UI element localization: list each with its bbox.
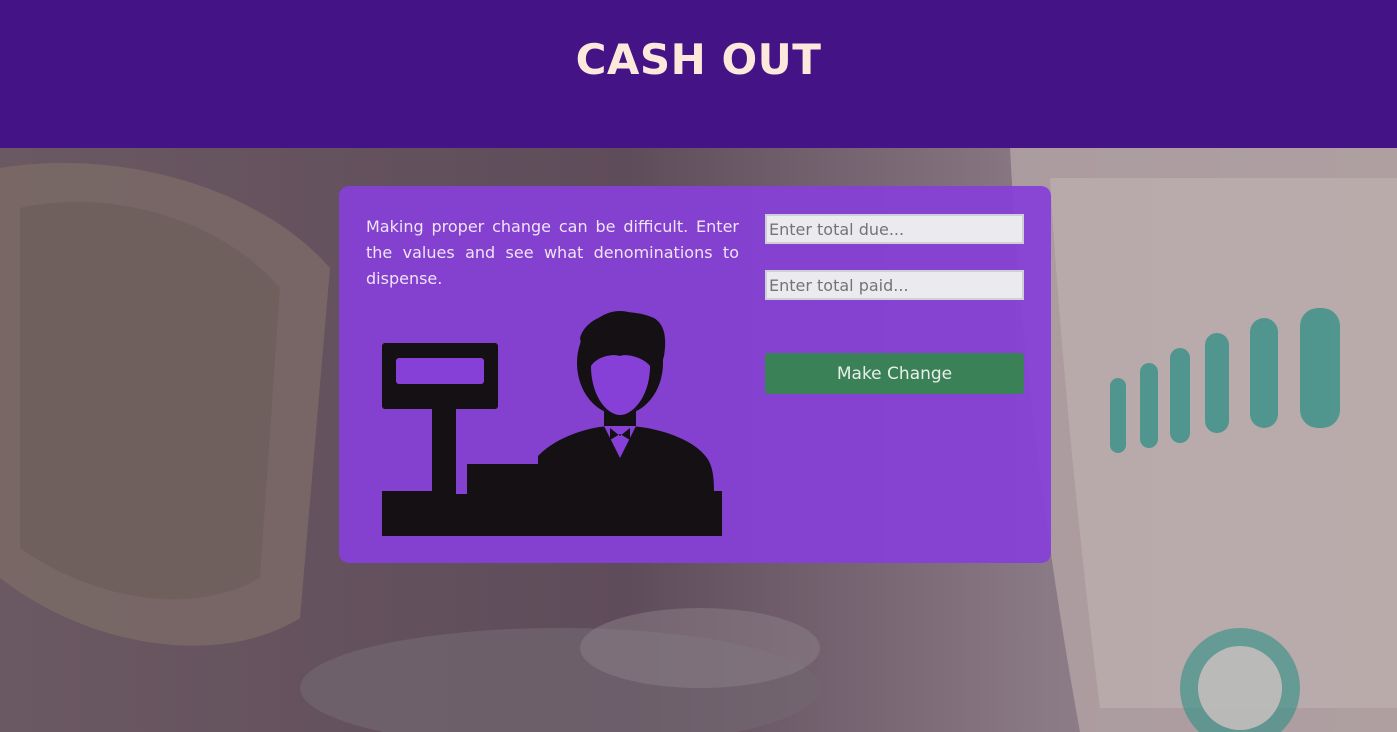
total-paid-input[interactable] — [765, 270, 1024, 300]
make-change-button[interactable]: Make Change — [765, 353, 1024, 394]
cash-out-card: Making proper change can be difficult. E… — [339, 186, 1051, 563]
page-title: CASH OUT — [575, 35, 822, 84]
total-due-input[interactable] — [765, 214, 1024, 244]
page-header: CASH OUT — [0, 0, 1397, 148]
app-page: CASH OUT Making proper change can be dif… — [0, 0, 1397, 732]
intro-text: Making proper change can be difficult. E… — [366, 217, 739, 288]
cashier-register-icon — [382, 308, 722, 540]
